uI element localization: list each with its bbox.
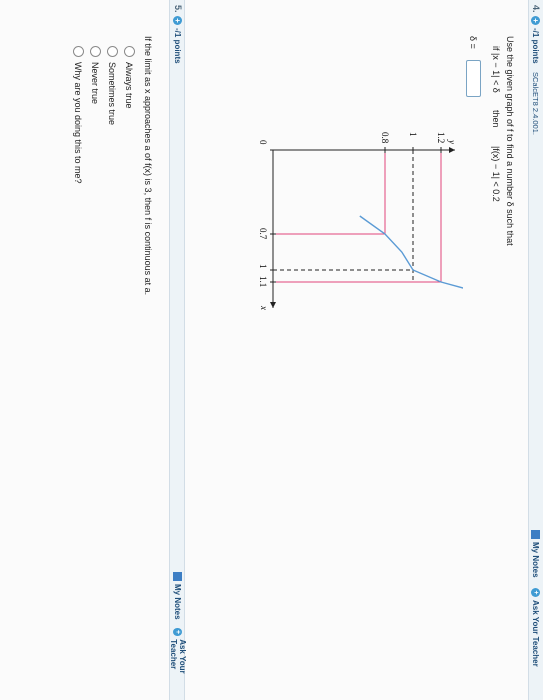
option-label: Never true <box>90 62 100 105</box>
condition-then: then <box>491 110 501 128</box>
radio-always-true[interactable] <box>124 46 135 57</box>
ask-teacher-label: Ask Your Teacher <box>169 639 187 674</box>
x-tick-label: 1 <box>258 264 268 269</box>
function-graph: x y1.2 1 0.8 0 0.7 1 1.1 <box>258 132 463 310</box>
question-4-prompt: Use the given graph of f to find a numbe… <box>505 36 515 246</box>
points-label: -/1 points <box>173 28 182 64</box>
delta-input[interactable] <box>466 60 481 97</box>
question-5-prompt: If the limit as x approaches a of f(x) i… <box>143 36 153 296</box>
my-notes-label: My Notes <box>173 584 183 620</box>
x-axis-label: x <box>259 305 269 310</box>
note-icon <box>531 530 541 539</box>
option-label: Always true <box>124 62 134 109</box>
radio-sometimes-true[interactable] <box>107 46 118 57</box>
ask-teacher-button[interactable]: + Ask Your Teacher <box>530 588 542 667</box>
plus-icon: + <box>531 588 541 597</box>
points-label: -/1 points <box>531 28 540 64</box>
condition-if: if |x − 1| < δ <box>491 46 501 93</box>
y-axis-arrow-icon <box>449 147 455 153</box>
y-axis-label: y <box>447 139 457 144</box>
plus-icon: + <box>173 628 183 637</box>
expand-icon[interactable]: + <box>173 16 182 25</box>
y-tick-label: 1.2 <box>436 132 446 143</box>
question-number: 4. <box>531 5 541 13</box>
my-notes-label: My Notes <box>531 542 541 578</box>
radio-never-true[interactable] <box>90 46 101 57</box>
option-label: Sometimes true <box>107 62 117 126</box>
page: 4. + -/1 points SCalcET8 2.4.001. My Not… <box>0 0 543 700</box>
my-notes-button[interactable]: My Notes <box>172 572 184 620</box>
delta-label: δ = <box>468 36 478 49</box>
radio-why[interactable] <box>73 46 84 57</box>
question-number: 5. <box>173 5 183 13</box>
question-source: SCalcET8 2.4.001. <box>531 72 540 135</box>
note-icon <box>173 572 183 581</box>
y-tick-label: 1 <box>408 132 418 137</box>
x-tick-label: 0 <box>258 140 268 145</box>
x-tick-label: 1.1 <box>258 276 268 287</box>
expand-icon[interactable]: + <box>531 16 540 25</box>
condition-result: |f(x) − 1| < 0.2 <box>491 146 501 202</box>
x-tick-label: 0.7 <box>258 228 268 240</box>
x-axis-arrow-icon <box>270 302 276 308</box>
option-label: Why are you doing this to me? <box>73 62 83 184</box>
function-curve <box>359 215 463 293</box>
ask-teacher-label: Ask Your Teacher <box>531 600 541 667</box>
ask-teacher-button[interactable]: + Ask Your Teacher <box>169 628 187 700</box>
y-tick-label: 0.8 <box>380 132 390 144</box>
my-notes-button[interactable]: My Notes <box>530 530 542 578</box>
